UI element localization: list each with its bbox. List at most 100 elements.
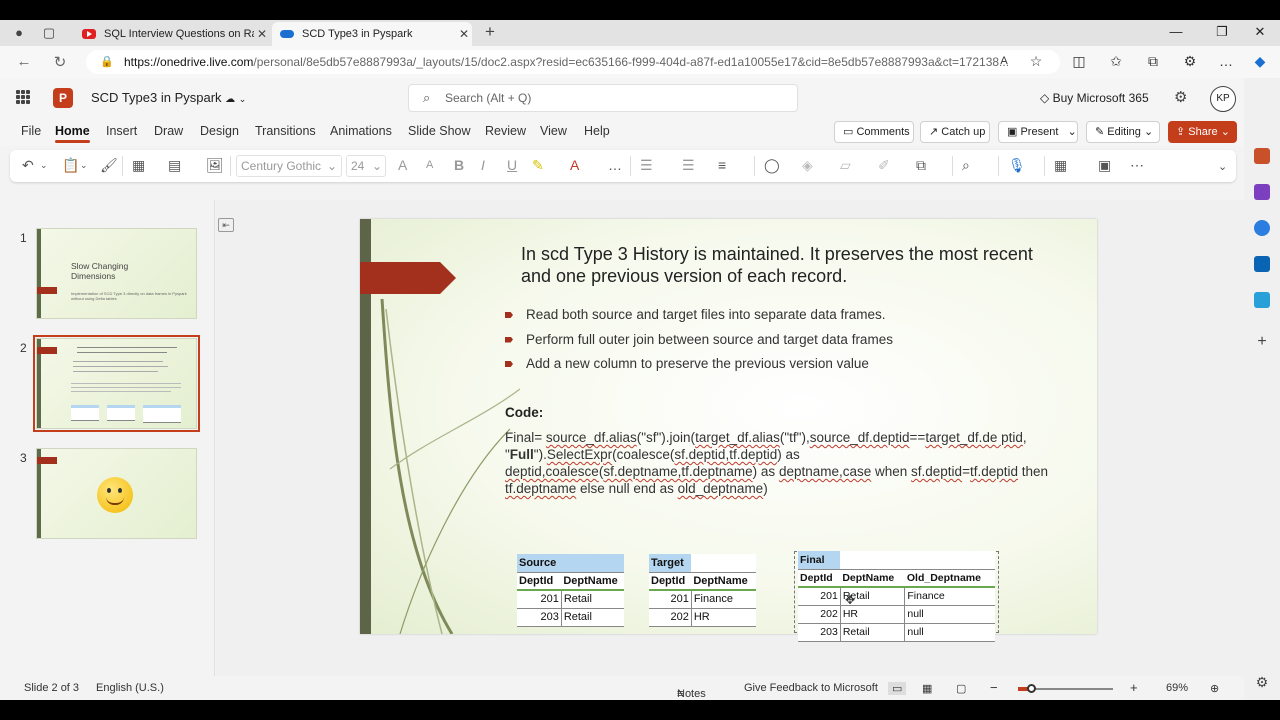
copilot-icon[interactable]: ◆: [1250, 53, 1270, 70]
settings-gear-icon[interactable]: ⚙: [1174, 88, 1187, 106]
shape-outline-icon[interactable]: ▱: [840, 157, 851, 174]
favorites-icon[interactable]: ✩: [1106, 53, 1126, 70]
editing-mode-button[interactable]: ✎ Editing ⌄: [1086, 121, 1160, 143]
reading-view-icon[interactable]: ▢: [956, 682, 966, 695]
tab-actions-icon[interactable]: ▢: [40, 25, 58, 41]
chevron-down-icon[interactable]: ⌄: [40, 160, 48, 171]
slide-sorter-icon[interactable]: ▦: [922, 682, 932, 695]
tab-view[interactable]: View: [540, 124, 567, 138]
search-box[interactable]: ⌕ Search (Alt + Q): [408, 84, 798, 112]
tab-slide-show[interactable]: Slide Show: [408, 124, 471, 138]
present-button[interactable]: ▣ Present ⌄: [998, 121, 1078, 143]
tab-design[interactable]: Design: [200, 124, 239, 138]
split-screen-icon[interactable]: ◫: [1069, 53, 1089, 70]
zoom-in-icon[interactable]: +: [1130, 680, 1138, 695]
increase-font-icon[interactable]: A: [398, 157, 407, 173]
tools-icon[interactable]: [1254, 184, 1270, 200]
tab-transitions[interactable]: Transitions: [255, 124, 316, 138]
new-tab-icon[interactable]: +: [481, 22, 499, 42]
tab-sql-interview[interactable]: SQL Interview Questions on Rank ✕: [74, 22, 270, 46]
close-tab-icon[interactable]: ✕: [254, 27, 270, 41]
new-slide-icon[interactable]: ▦: [132, 157, 145, 174]
catch-up-button[interactable]: ↗ Catch up: [920, 121, 990, 143]
source-table[interactable]: Source DeptId DeptName 201 Retail 203 Retai…: [517, 554, 624, 627]
copilot-sidebar-icon[interactable]: [1254, 220, 1270, 236]
fit-slide-icon[interactable]: ⊕: [1210, 682, 1219, 695]
underline-icon[interactable]: U: [507, 157, 517, 173]
avatar[interactable]: KP: [1210, 86, 1236, 112]
normal-view-icon[interactable]: ▭: [888, 682, 907, 695]
font-size-select[interactable]: 24 ⌄: [346, 155, 386, 177]
format-painter-icon[interactable]: 🖌: [100, 157, 118, 174]
language-indicator[interactable]: English (U.S.): [96, 682, 164, 694]
tab-file[interactable]: File: [21, 124, 41, 138]
read-aloud-icon[interactable]: A: [994, 55, 1014, 67]
refresh-icon[interactable]: ↻: [50, 53, 70, 71]
dictate-icon[interactable]: 🎙: [1008, 157, 1026, 174]
collections-icon[interactable]: ⧉: [1143, 53, 1163, 70]
profile-icon[interactable]: ●: [10, 25, 28, 40]
back-icon[interactable]: ←: [14, 53, 34, 70]
highlight-icon[interactable]: ✎: [532, 157, 544, 174]
tab-home[interactable]: Home: [55, 124, 90, 143]
more-font-options-icon[interactable]: …: [608, 157, 622, 173]
share-button[interactable]: ⇪ Share ⌄: [1168, 121, 1237, 143]
decrease-font-icon[interactable]: A: [426, 159, 433, 171]
expand-ribbon-icon[interactable]: ⌄: [1218, 160, 1227, 173]
tab-draw[interactable]: Draw: [154, 124, 183, 138]
paste-icon[interactable]: 📋: [62, 157, 79, 174]
close-window-icon[interactable]: ✕: [1250, 24, 1270, 40]
bullets-icon[interactable]: ☰: [640, 157, 653, 174]
font-color-icon[interactable]: A: [570, 157, 579, 173]
tab-help[interactable]: Help: [584, 124, 610, 138]
zoom-level[interactable]: 69%: [1166, 682, 1188, 694]
arrange-icon[interactable]: ⧉: [916, 157, 926, 174]
shapes-icon[interactable]: ◯: [764, 157, 780, 174]
app-launcher-icon[interactable]: [16, 90, 30, 104]
tab-scd-type3[interactable]: SCD Type3 in Pyspark ✕: [272, 22, 472, 46]
extensions-icon[interactable]: ⚙: [1180, 53, 1200, 70]
find-icon[interactable]: ⌕: [962, 157, 970, 174]
document-title[interactable]: SCD Type3 in Pyspark ☁ ⌄: [91, 90, 246, 105]
designer-icon[interactable]: ▦: [1054, 157, 1067, 174]
picture-icon[interactable]: 🖼: [206, 157, 224, 174]
lock-icon[interactable]: 🔒: [100, 55, 114, 68]
more-options-icon[interactable]: ⋯: [1130, 157, 1144, 174]
add-sidebar-app-icon[interactable]: +: [1254, 334, 1270, 350]
zoom-slider[interactable]: [1018, 684, 1113, 693]
slide-thumbnail-3[interactable]: [36, 448, 197, 539]
buy-microsoft-365-link[interactable]: ◇ Buy Microsoft 365: [1040, 91, 1149, 105]
tab-animations[interactable]: Animations: [330, 124, 392, 138]
target-table[interactable]: Target DeptId DeptName 201 Finance 202 HR: [649, 554, 756, 627]
toggle-thumbnails-icon[interactable]: ⇤: [218, 218, 234, 232]
comments-button[interactable]: ▭ Comments: [834, 121, 914, 143]
add-ins-icon[interactable]: ▣: [1098, 157, 1111, 174]
shape-effects-icon[interactable]: ✐: [878, 157, 890, 174]
outlook-icon[interactable]: [1254, 256, 1270, 272]
slide-thumbnail-1[interactable]: Slow Changing Dimensions Implementation …: [36, 228, 197, 319]
undo-icon[interactable]: ↶: [22, 157, 34, 174]
favorite-star-icon[interactable]: ☆: [1026, 53, 1046, 70]
zoom-slider-handle[interactable]: [1027, 684, 1037, 693]
final-table[interactable]: Final DeptId DeptName Old_Deptname 201 Reta…: [798, 551, 995, 642]
numbering-icon[interactable]: ☰: [682, 157, 695, 174]
feedback-link[interactable]: Give Feedback to Microsoft: [744, 682, 878, 694]
bold-icon[interactable]: B: [454, 157, 464, 173]
telegram-icon[interactable]: [1254, 292, 1270, 308]
layout-icon[interactable]: ▤: [168, 157, 181, 174]
align-icon[interactable]: ≡: [718, 157, 726, 173]
italic-icon[interactable]: I: [481, 157, 485, 173]
shape-fill-icon[interactable]: ◈: [802, 157, 813, 174]
shopping-icon[interactable]: [1254, 148, 1270, 164]
close-tab-icon[interactable]: ✕: [456, 27, 472, 41]
font-family-select[interactable]: Century Gothic ⌄: [236, 155, 342, 177]
slide-thumbnail-2[interactable]: [33, 335, 200, 432]
url-field[interactable]: https://onedrive.live.com/personal/8e5db…: [86, 50, 1060, 74]
zoom-out-icon[interactable]: −: [990, 680, 998, 695]
sidebar-settings-icon[interactable]: ⚙: [1254, 674, 1270, 690]
restore-icon[interactable]: ❐: [1212, 24, 1232, 40]
tab-review[interactable]: Review: [485, 124, 526, 138]
tab-insert[interactable]: Insert: [106, 124, 137, 138]
more-icon[interactable]: …: [1216, 53, 1236, 69]
chevron-down-icon[interactable]: ⌄: [80, 160, 88, 171]
